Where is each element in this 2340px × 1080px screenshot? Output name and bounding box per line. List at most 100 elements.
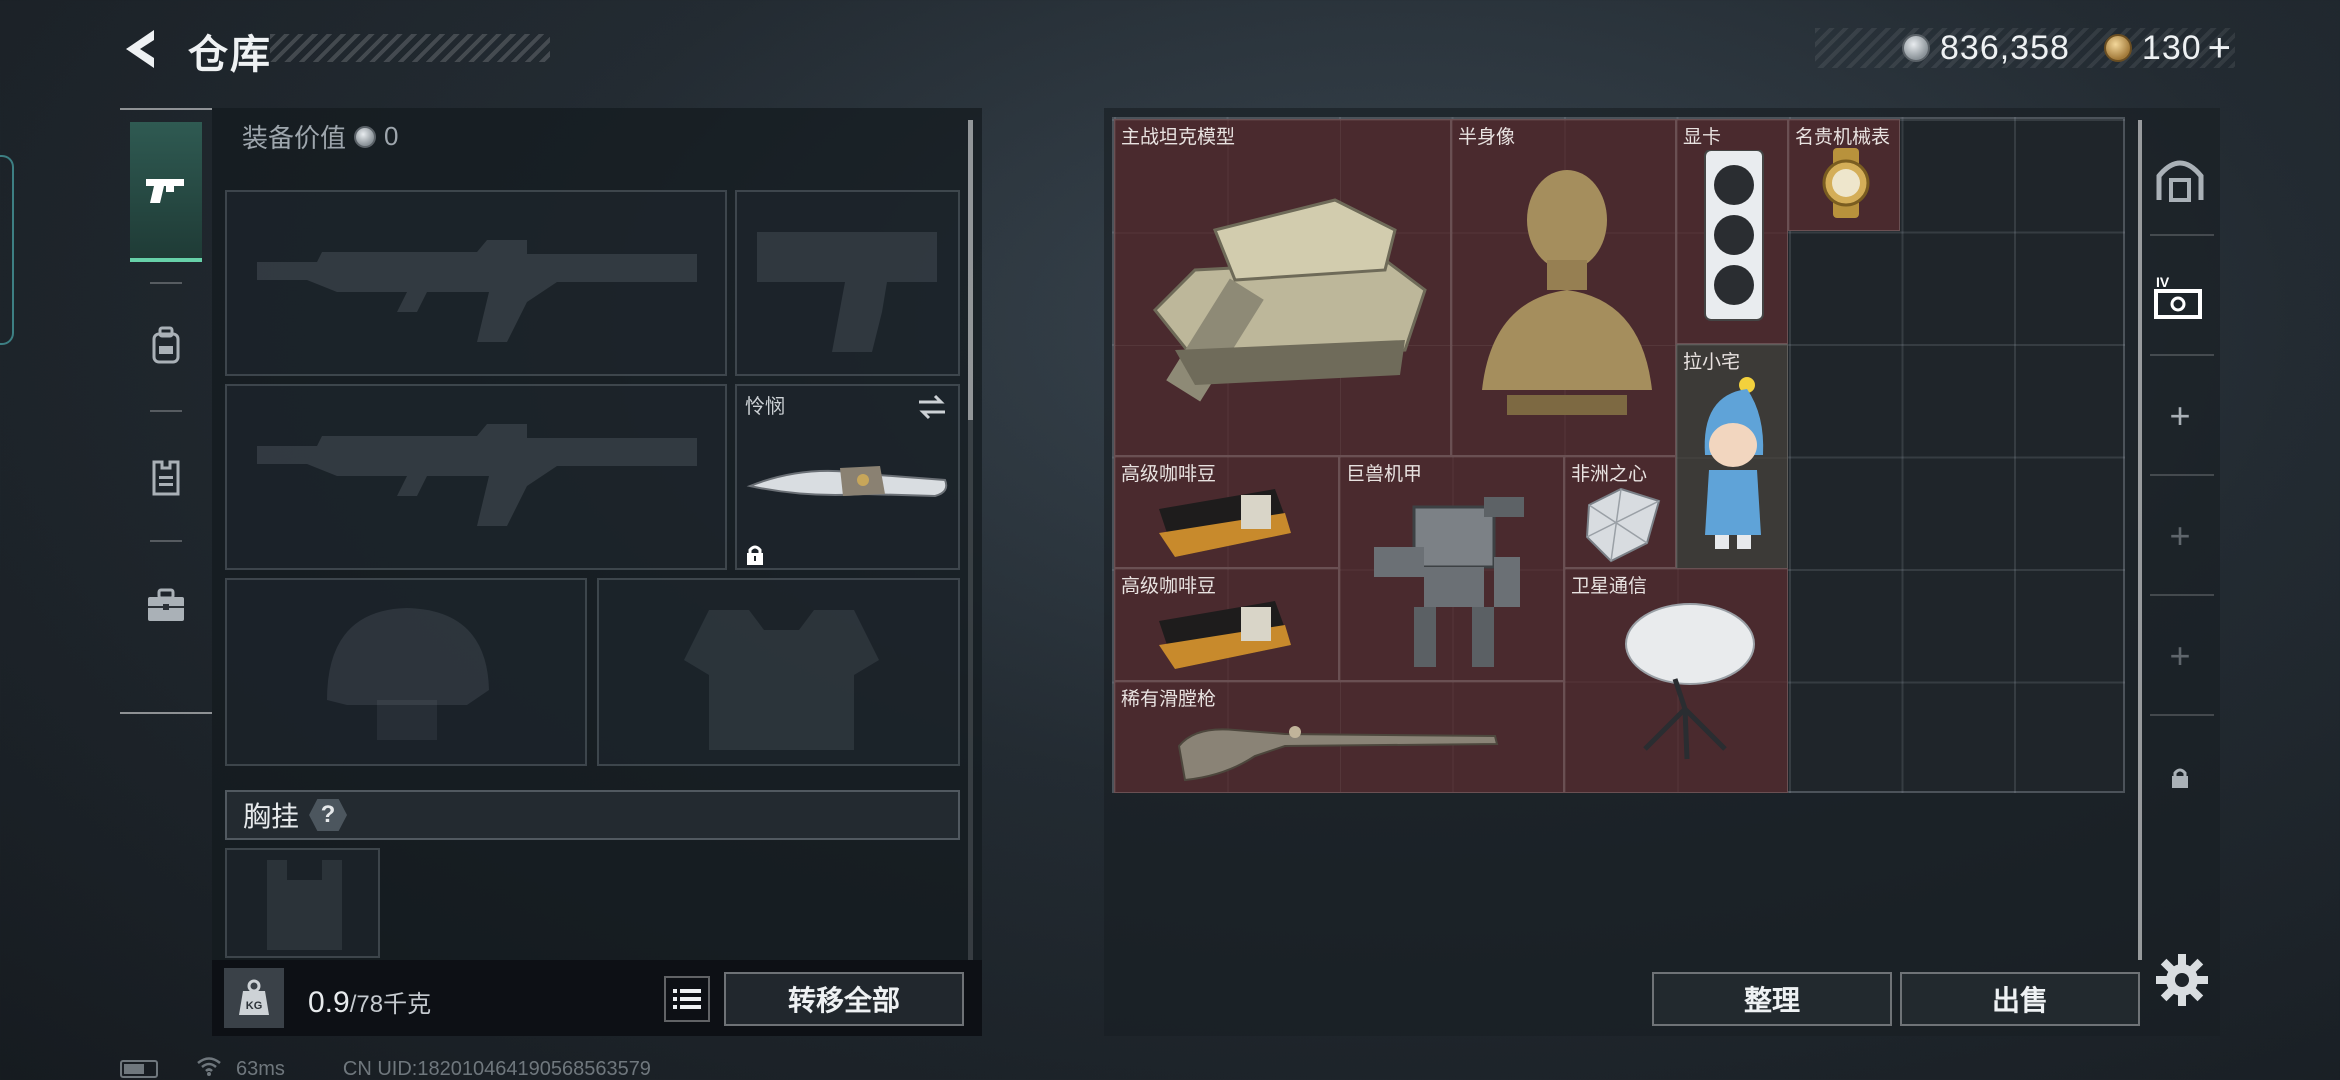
storage-item-tank-model[interactable]: 主战坦克模型 <box>1114 119 1451 456</box>
item-label: 半身像 <box>1458 127 1516 148</box>
chest-rig-help-button[interactable]: ? <box>309 799 348 831</box>
silver-coin-icon <box>1902 34 1930 62</box>
title-decoration <box>270 34 550 62</box>
item-label: 显卡 <box>1683 127 1722 148</box>
wifi-icon <box>196 1056 222 1080</box>
item-label: 名贵机械表 <box>1795 127 1891 148</box>
currency-bar: 836,358 130 + <box>1815 26 2235 71</box>
sell-button[interactable]: 出售 <box>1900 972 2140 1026</box>
swap-icon[interactable] <box>915 394 949 420</box>
settings-button[interactable] <box>2152 950 2212 1010</box>
melee-slot-label: 怜悯 <box>745 396 785 418</box>
transfer-all-button[interactable]: 转移全部 <box>724 972 964 1026</box>
storage-scrollbar[interactable] <box>2138 120 2142 960</box>
nav-item-case[interactable] <box>130 566 202 646</box>
pistol-icon <box>146 179 184 203</box>
armor-silhouette-icon <box>684 610 879 750</box>
rail-level-4-tab[interactable]: IV <box>2150 266 2210 326</box>
item-label: 高级咖啡豆 <box>1121 464 1217 485</box>
rail-storage-tab[interactable] <box>2150 148 2210 208</box>
chest-rig-slot[interactable] <box>225 848 380 958</box>
list-view-button[interactable] <box>664 976 710 1022</box>
briefcase-icon <box>148 588 184 621</box>
level-4-case-icon: IV <box>2154 274 2202 319</box>
item-label: 高级咖啡豆 <box>1121 576 1217 597</box>
item-label: 拉小宅 <box>1683 352 1741 373</box>
list-icon <box>673 989 701 1009</box>
nav-divider <box>150 410 182 412</box>
storage-item-musket[interactable]: 稀有滑膛枪 <box>1114 681 1564 793</box>
back-button[interactable] <box>118 26 164 72</box>
helmet-silhouette-icon <box>327 608 489 740</box>
rail-add-slot-3[interactable]: + <box>2150 626 2210 686</box>
rifle-silhouette-icon <box>257 424 697 526</box>
armor-slot[interactable] <box>597 578 960 766</box>
rail-add-slot-2[interactable]: + <box>2150 506 2210 566</box>
storage-item-graphics-card[interactable]: 显卡 <box>1676 119 1788 344</box>
nav-item-vest[interactable] <box>130 438 202 518</box>
storage-item-coffee-beans-1[interactable]: 高级咖啡豆 <box>1114 456 1339 568</box>
diamond-icon <box>1585 487 1661 563</box>
mech-robot-icon <box>1374 497 1524 667</box>
rail-add-slot-1[interactable]: + <box>2150 386 2210 446</box>
chest-rig-label: 胸挂 <box>243 801 300 832</box>
weight-current: 0.9 <box>308 986 350 1019</box>
gear-icon <box>2156 954 2208 1006</box>
item-label: 非洲之心 <box>1571 464 1648 485</box>
item-label: 主战坦克模型 <box>1121 127 1236 148</box>
back-arrow-icon <box>126 30 154 68</box>
add-currency-button[interactable]: + <box>2208 26 2231 71</box>
nav-divider <box>150 540 182 542</box>
user-uid: CN UID:182010464190568563579 <box>342 1057 651 1080</box>
storage-item-luxury-watch[interactable]: 名贵机械表 <box>1788 119 1900 231</box>
page-title: 仓库 <box>188 33 272 77</box>
melee-slot[interactable]: 怜悯 <box>735 384 960 570</box>
secondary-weapon-slot[interactable] <box>225 384 727 570</box>
figurine-icon <box>1704 377 1764 549</box>
svg-text:IV: IV <box>2156 274 2170 290</box>
rail-divider <box>2150 594 2214 596</box>
helmet-slot[interactable] <box>225 578 587 766</box>
side-drawer-tab[interactable] <box>0 155 14 345</box>
silver-coin-icon <box>354 125 377 148</box>
bust-statue-icon <box>1482 170 1652 415</box>
rifle-silhouette-icon <box>257 240 697 342</box>
gold-currency-value: 130 <box>2141 28 2202 67</box>
storage-item-heart-of-africa[interactable]: 非洲之心 <box>1564 456 1676 568</box>
coffee-bag-icon <box>1159 601 1291 669</box>
equipment-scroll-thumb[interactable] <box>968 120 973 420</box>
equipment-value-amount: 0 <box>384 121 399 151</box>
coffee-bag-icon <box>1159 489 1291 557</box>
pistol-silhouette-icon <box>757 232 937 352</box>
karambit-knife-icon <box>746 466 948 498</box>
category-nav <box>120 108 212 714</box>
gold-coin-icon <box>2103 34 2132 62</box>
graphics-card-icon <box>1704 150 1764 321</box>
weight-readout: 0.9/78千克 <box>308 984 431 1020</box>
chest-rig-silhouette-icon <box>267 860 342 950</box>
nav-item-backpack[interactable] <box>130 306 202 386</box>
sort-button[interactable]: 整理 <box>1652 972 1892 1026</box>
lock-icon <box>2172 768 2188 788</box>
vest-icon <box>152 460 180 496</box>
storage-item-satellite-comm[interactable]: 卫星通信 <box>1564 568 1788 793</box>
pistol-slot[interactable] <box>735 190 960 376</box>
rail-divider <box>2150 354 2214 356</box>
storage-item-coffee-beans-2[interactable]: 高级咖啡豆 <box>1114 568 1339 681</box>
weight-icon: KG <box>224 968 284 1028</box>
nav-item-weapons[interactable] <box>130 122 202 262</box>
rail-divider <box>2150 714 2214 716</box>
watch-icon <box>1822 148 1870 218</box>
rail-divider <box>2150 474 2214 476</box>
equipment-value: 装备价值 0 <box>242 118 398 155</box>
storage-item-mech[interactable]: 巨兽机甲 <box>1339 456 1564 681</box>
svg-text:KG: KG <box>246 1000 263 1012</box>
storage-item-bust[interactable]: 半身像 <box>1451 119 1676 456</box>
nav-divider <box>150 282 182 284</box>
battery-icon <box>120 1060 158 1078</box>
backpack-icon <box>152 326 180 364</box>
primary-weapon-slot[interactable] <box>225 190 727 376</box>
item-label: 巨兽机甲 <box>1346 464 1423 485</box>
storage-item-figurine[interactable]: 拉小宅 <box>1676 344 1788 569</box>
ping-value: 63ms <box>236 1057 285 1080</box>
